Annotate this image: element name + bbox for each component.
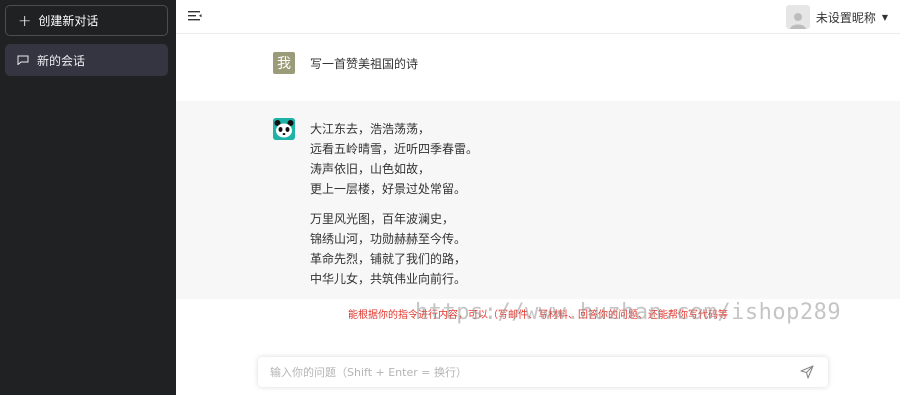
user-message-text: 写一首赞美祖国的诗 (310, 57, 419, 71)
avatar (785, 5, 810, 29)
main-panel: 未设置昵称 ▼ 我 写一首赞美祖国的诗 大江东去，浩浩荡荡， 远看五岭晴雪，近听… (176, 0, 900, 395)
user-message: 我 写一首赞美祖国的诗 (176, 36, 900, 100)
poem-line: 中华儿女，共筑伟业向前行。 (310, 272, 467, 286)
sidebar-conversation-item[interactable]: 新的会话 (5, 44, 168, 76)
chevron-down-icon: ▼ (881, 12, 888, 22)
poem-line: 更上一层楼，好景过处常留。 (310, 182, 467, 196)
chat-input-box (258, 357, 828, 387)
plus-icon: + (18, 10, 32, 30)
top-bar: 未设置昵称 ▼ (176, 0, 900, 34)
poem-line: 革命先烈，铺就了我们的路， (310, 252, 467, 266)
menu-collapse-icon[interactable] (188, 10, 202, 22)
poem-line: 万里风光图，百年波澜史， (310, 212, 455, 226)
sidebar: + 创建新对话 新的会话 (0, 0, 176, 395)
poem-line: 远看五岭晴雪，近听四季春雷。 (310, 142, 479, 156)
panda-avatar-icon (273, 118, 295, 140)
user-avatar: 我 (273, 52, 295, 74)
poem-line: 大江东去，浩浩荡荡， (310, 122, 431, 136)
user-nickname: 未设置昵称 (815, 10, 876, 25)
bot-message-text: 大江东去，浩浩荡荡， 远看五岭晴雪，近听四季春雷。 涛声依旧，山色如故， 更上一… (310, 119, 478, 289)
chat-bubble-icon (17, 55, 29, 65)
question-input[interactable] (270, 365, 800, 379)
user-silhouette-icon (789, 13, 806, 29)
poem-line: 涛声依旧，山色如故， (310, 162, 431, 176)
send-icon[interactable] (800, 365, 814, 379)
bot-message: 大江东去，浩浩荡荡， 远看五岭晴雪，近听四季春雷。 涛声依旧，山色如故， 更上一… (176, 101, 900, 299)
new-chat-button[interactable]: + 创建新对话 (5, 5, 168, 36)
poem-line: 锦绣山河，功勋赫赫至今传。 (310, 232, 467, 246)
user-menu[interactable]: 未设置昵称 ▼ (785, 4, 888, 30)
conversation-label: 新的会话 (37, 53, 86, 68)
new-chat-label: 创建新对话 (38, 14, 99, 28)
notice-text: 能根据你的指令进行内容，可以（写邮件、写材料、回答你的问题、还能帮你写代码等 (348, 310, 728, 321)
